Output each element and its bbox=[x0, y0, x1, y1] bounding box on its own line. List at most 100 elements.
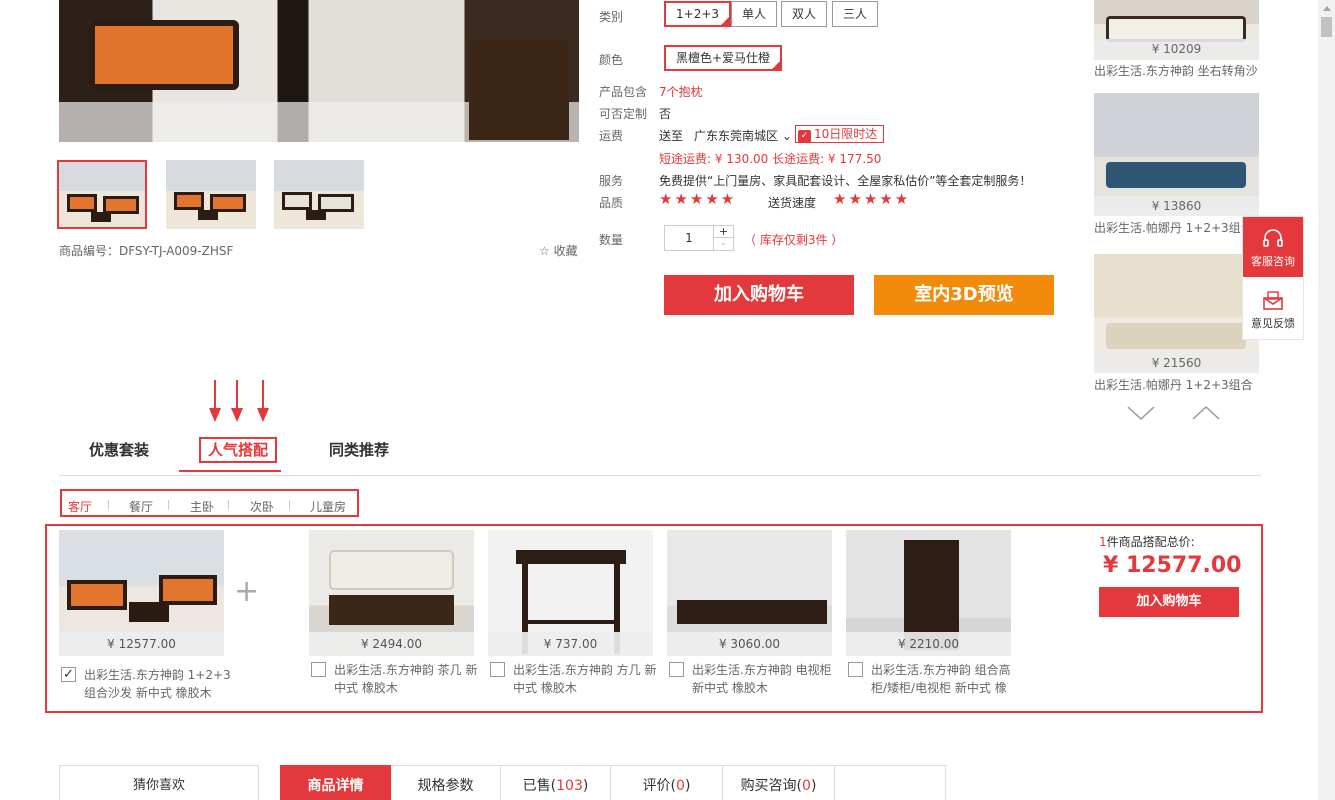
tab-consult-count: 0 bbox=[802, 778, 811, 794]
floating-service-panel: 客服咨询 意见反馈 bbox=[1242, 216, 1304, 340]
shield-icon: ✓ bbox=[798, 130, 811, 143]
recommend-name-1[interactable]: 出彩生活.东方神韵 坐右转角沙 bbox=[1094, 62, 1269, 79]
shipping-fee: 短途运费: ¥ 130.00 长途运费: ¥ 177.50 bbox=[659, 152, 882, 166]
tab-reviews-label: 评价( bbox=[642, 778, 677, 794]
recommend-image-2[interactable] bbox=[1094, 93, 1259, 208]
3d-preview-button[interactable]: 室内3D预览 bbox=[874, 275, 1054, 315]
combo-total-amount: ¥ 12577.00 bbox=[1103, 553, 1242, 578]
color-label: 颜色 bbox=[599, 53, 624, 67]
tab-popular-match-label: 人气搭配 bbox=[199, 437, 278, 463]
tab-specs[interactable]: 规格参数 bbox=[391, 765, 501, 800]
combo-main-price: ¥ 12577.00 bbox=[59, 632, 224, 656]
arrow-down-icon bbox=[209, 380, 221, 422]
headset-icon bbox=[1263, 229, 1283, 247]
recommend-name-3[interactable]: 出彩生活.帕娜丹 1+2+3组合 bbox=[1094, 376, 1269, 393]
combo-item-checkbox-3[interactable] bbox=[669, 662, 684, 677]
combo-item-name-2[interactable]: 出彩生活.东方神韵 方几 新中式 橡胶木 bbox=[513, 661, 663, 697]
recommend-price-1: ¥ 10209 bbox=[1094, 39, 1259, 59]
subtab-kids-room[interactable]: 儿童房 bbox=[310, 498, 346, 515]
room-subtabs: 客厅 餐厅 主卧 次卧 儿童房 bbox=[60, 489, 359, 517]
tab-reviews-count: 0 bbox=[676, 778, 685, 794]
tab-popular-match[interactable]: 人气搭配 bbox=[179, 432, 281, 472]
feedback-button[interactable]: 意见反馈 bbox=[1243, 279, 1303, 339]
tab-reviews[interactable]: 评价(0) bbox=[611, 765, 723, 800]
combo-item-name-3[interactable]: 出彩生活.东方神韵 电视柜 新中式 橡胶木 bbox=[692, 661, 842, 697]
combo-item-checkbox-2[interactable] bbox=[490, 662, 505, 677]
feedback-label: 意见反馈 bbox=[1251, 317, 1295, 330]
ship-region-value: 广东东莞南城区 bbox=[694, 129, 779, 143]
combo-item-price-4: ¥ 2210.00 bbox=[846, 632, 1011, 656]
recommend-price-3: ¥ 21560 bbox=[1094, 353, 1259, 373]
option-1-2-3[interactable]: 1+2+3 bbox=[664, 1, 732, 27]
delivery-badge: ✓ 10日限时达 bbox=[795, 125, 885, 143]
page-scrollbar[interactable] bbox=[1318, 0, 1335, 800]
arrow-down-icon bbox=[231, 380, 243, 422]
customer-service-label: 客服咨询 bbox=[1251, 255, 1295, 268]
thumbnail-2[interactable] bbox=[166, 160, 256, 229]
combo-total-text: 件商品搭配总价: bbox=[1106, 535, 1195, 549]
category-label: 类别 bbox=[599, 10, 624, 24]
subtab-second-bedroom[interactable]: 次卧 bbox=[250, 498, 274, 515]
thumbnail-3[interactable] bbox=[274, 160, 364, 229]
chevron-down-icon[interactable] bbox=[1126, 404, 1156, 422]
combo-add-to-cart-button[interactable]: 加入购物车 bbox=[1099, 587, 1239, 617]
combo-item-name-4[interactable]: 出彩生活.东方神韵 组合高柜/矮柜/电视柜 新中式 橡 bbox=[871, 661, 1021, 697]
favorite-label: 收藏 bbox=[553, 244, 578, 258]
favorite-button[interactable]: ☆ 收藏 bbox=[539, 242, 578, 259]
option-triple[interactable]: 三人 bbox=[832, 1, 879, 27]
quantity-stepper[interactable]: 1 + - bbox=[664, 225, 734, 251]
custom-label: 可否定制 bbox=[599, 107, 648, 121]
subtab-master-bedroom[interactable]: 主卧 bbox=[190, 498, 214, 515]
ship-to-label: 送至 bbox=[659, 129, 684, 143]
color-option[interactable]: 黑檀色+爱马仕橙 bbox=[664, 45, 783, 71]
delivery-badge-text: 10日限时达 bbox=[814, 127, 878, 141]
combo-main-checkbox[interactable] bbox=[61, 667, 76, 682]
tab-discount-package[interactable]: 优惠套装 bbox=[89, 432, 149, 472]
tab-consult-paren: ) bbox=[810, 778, 817, 794]
recommend-price-2: ¥ 13860 bbox=[1094, 196, 1259, 216]
delivery-speed-label: 送货速度 bbox=[768, 196, 817, 210]
includes-value: 7个抱枕 bbox=[659, 85, 703, 99]
tab-similar[interactable]: 同类推荐 bbox=[329, 432, 389, 472]
tab-sold[interactable]: 已售(103) bbox=[501, 765, 611, 800]
tab-reviews-paren: ) bbox=[684, 778, 691, 794]
combo-item-price-2: ¥ 737.00 bbox=[488, 632, 653, 656]
sku-code: 商品编号：DFSY-TJ-A009-ZHSF bbox=[59, 244, 234, 258]
tab-consult[interactable]: 购买咨询(0) bbox=[723, 765, 835, 800]
service-value: 免费提供“上门量房、家具配套设计、全屋家私估价”等全套定制服务！ bbox=[659, 174, 1032, 188]
combo-item-price-3: ¥ 3060.00 bbox=[667, 632, 832, 656]
quantity-input[interactable]: 1 bbox=[665, 226, 713, 250]
combo-item-price-1: ¥ 2494.00 bbox=[309, 632, 474, 656]
quantity-minus-button[interactable]: - bbox=[713, 238, 733, 250]
option-single[interactable]: 单人 bbox=[731, 1, 778, 27]
combo-total-label: 1件商品搭配总价: bbox=[1099, 533, 1195, 550]
tab-product-detail[interactable]: 商品详情 bbox=[280, 765, 391, 800]
tab-empty bbox=[835, 765, 946, 800]
tab-sold-label: 已售( bbox=[522, 778, 557, 794]
stock-note: （ 库存仅剩3件 ） bbox=[744, 233, 844, 247]
thumbnail-1[interactable] bbox=[57, 160, 147, 229]
subtab-living-room[interactable]: 客厅 bbox=[68, 498, 92, 515]
combo-item-checkbox-4[interactable] bbox=[848, 662, 863, 677]
customer-service-button[interactable]: 客服咨询 bbox=[1243, 217, 1303, 277]
delivery-stars: ★★★★★ bbox=[833, 190, 911, 208]
add-to-cart-button[interactable]: 加入购物车 bbox=[664, 275, 854, 315]
recommend-image-3[interactable] bbox=[1094, 254, 1259, 369]
combo-item-name-1[interactable]: 出彩生活.东方神韵 茶几 新中式 橡胶木 bbox=[334, 661, 484, 697]
subtab-dining-room[interactable]: 餐厅 bbox=[129, 498, 153, 515]
combo-main-name[interactable]: 出彩生活.东方神韵 1+2+3组合沙发 新中式 橡胶木 bbox=[84, 666, 234, 702]
tab-consult-label: 购买咨询( bbox=[740, 778, 803, 794]
star-outline-icon: ☆ bbox=[539, 244, 550, 258]
tab-sold-paren: ) bbox=[582, 778, 589, 794]
mail-icon bbox=[1263, 291, 1283, 310]
tab-sold-count: 103 bbox=[556, 778, 583, 794]
combo-item-checkbox-1[interactable] bbox=[311, 662, 326, 677]
option-double[interactable]: 双人 bbox=[781, 1, 828, 27]
arrow-down-icon bbox=[257, 380, 269, 422]
plus-icon: + bbox=[234, 574, 260, 609]
chevron-up-icon[interactable] bbox=[1191, 404, 1221, 422]
custom-value: 否 bbox=[659, 107, 672, 121]
quality-stars: ★★★★★ bbox=[659, 190, 737, 208]
ship-region-select[interactable]: 广东东莞南城区 ⌄ bbox=[694, 127, 792, 144]
tabs-divider bbox=[59, 475, 1261, 476]
